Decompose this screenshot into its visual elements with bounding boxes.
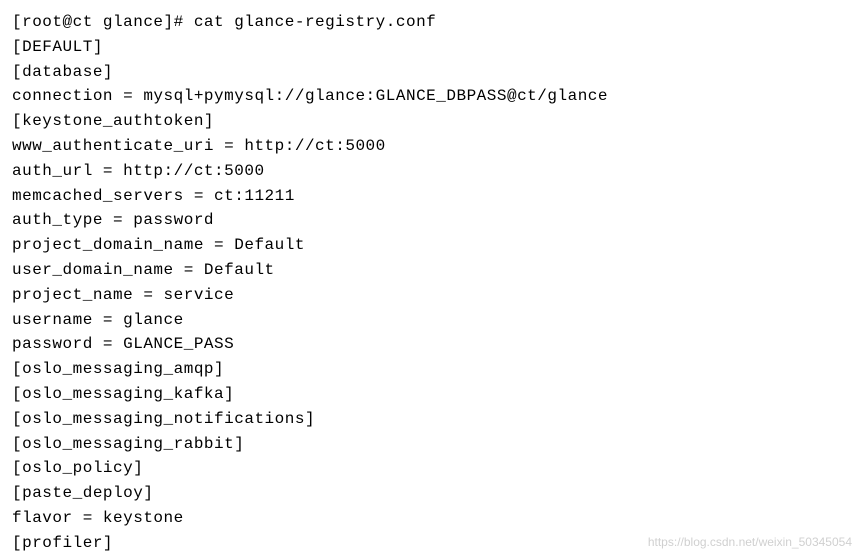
config-line: [oslo_messaging_rabbit] — [12, 432, 850, 457]
config-line: [oslo_messaging_amqp] — [12, 357, 850, 382]
config-line: [DEFAULT] — [12, 35, 850, 60]
terminal-output: [root@ct glance]# cat glance-registry.co… — [12, 10, 850, 556]
config-line: flavor = keystone — [12, 506, 850, 531]
config-line: www_authenticate_uri = http://ct:5000 — [12, 134, 850, 159]
config-line: username = glance — [12, 308, 850, 333]
config-line: project_domain_name = Default — [12, 233, 850, 258]
config-line: [paste_deploy] — [12, 481, 850, 506]
config-line: connection = mysql+pymysql://glance:GLAN… — [12, 84, 850, 109]
config-line: user_domain_name = Default — [12, 258, 850, 283]
config-line: [oslo_messaging_notifications] — [12, 407, 850, 432]
config-line: auth_url = http://ct:5000 — [12, 159, 850, 184]
config-line: [database] — [12, 60, 850, 85]
config-line: [oslo_policy] — [12, 456, 850, 481]
config-line: [keystone_authtoken] — [12, 109, 850, 134]
config-line: memcached_servers = ct:11211 — [12, 184, 850, 209]
prompt-line: [root@ct glance]# cat glance-registry.co… — [12, 10, 850, 35]
config-line: project_name = service — [12, 283, 850, 308]
config-line: password = GLANCE_PASS — [12, 332, 850, 357]
config-line: [oslo_messaging_kafka] — [12, 382, 850, 407]
watermark-text: https://blog.csdn.net/weixin_50345054 — [648, 533, 852, 552]
config-line: auth_type = password — [12, 208, 850, 233]
